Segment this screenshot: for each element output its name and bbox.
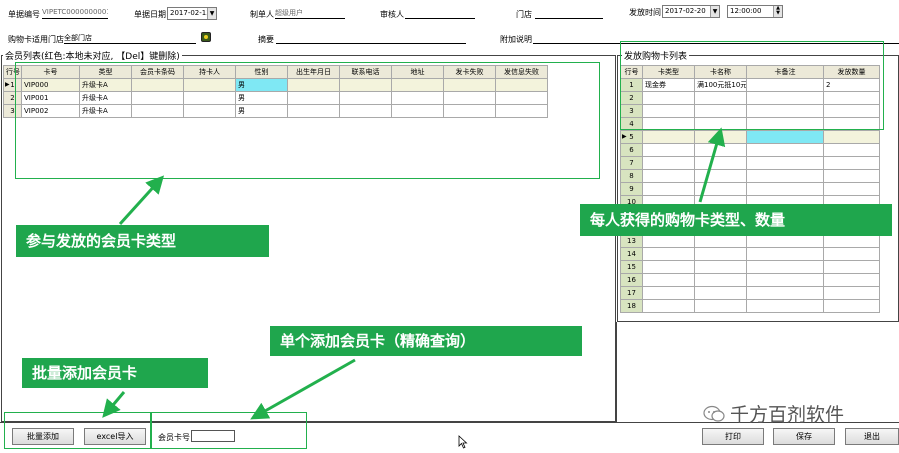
- arrow-single-add: [250, 358, 356, 420]
- wechat-icon: [703, 405, 725, 422]
- watermark-text: 千方百剂软件: [730, 404, 845, 426]
- arrow-card-types: [698, 127, 726, 203]
- annotation-arrows: [102, 127, 726, 420]
- arrow-batch-add: [102, 391, 126, 418]
- watermark: 千方百剂软件: [703, 400, 844, 427]
- arrow-member-types: [118, 175, 165, 226]
